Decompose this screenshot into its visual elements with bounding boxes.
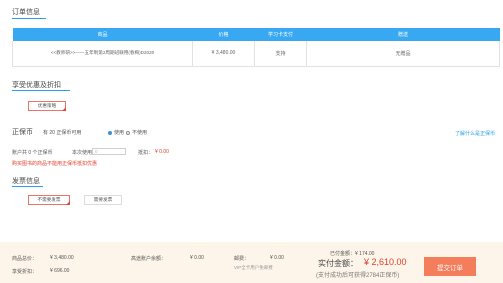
coin-not-use-radio[interactable]: 不使用 [126, 129, 147, 136]
coin-amount-input[interactable]: 0 [92, 148, 126, 155]
selected-corner-icon [66, 201, 70, 205]
discount-policy-label: 优惠策略 [37, 103, 57, 108]
column-header-gift: 赠送 [306, 28, 500, 41]
radio-unchecked-icon [126, 130, 130, 135]
no-invoice-button[interactable]: 不需要发票 [28, 195, 70, 205]
table-row: <<教师研>>——五年制第2周期班联用(春梅)D2020 ¥ 3,480.00 … [12, 41, 500, 67]
submit-order-button[interactable]: 提交订单 [424, 257, 476, 276]
coin-deduct-value: ¥ 0.00 [155, 149, 169, 155]
product-name[interactable]: <<教师研>>——五年制第2周期班联用(春梅)D2020 [12, 41, 193, 67]
discount-section-title: 享受优惠及折扣 [12, 82, 61, 89]
actual-amount-label: 实付金额： [318, 259, 358, 268]
invoice-section-title: 发票信息 [12, 178, 40, 185]
goods-total-label: 商品总价： [12, 256, 38, 262]
order-table-header: 商品 价格 学习卡支付 赠送 [12, 28, 500, 41]
coin-help-link[interactable]: 了解什么是正保币 [455, 130, 495, 137]
discount-value: ¥ 696.00 [50, 268, 70, 274]
radio-checked-icon [108, 130, 112, 135]
card-payment-status: 支持 [254, 41, 307, 67]
selected-corner-icon [62, 107, 66, 111]
invoice-title-underline [12, 186, 43, 187]
coin-not-use-label: 不使用 [132, 130, 148, 136]
order-section-title: 订单信息 [12, 9, 40, 16]
balance-value: ¥ 0.00 [190, 255, 204, 261]
coin-reward-note: (支付成功后可获得2784正保币) [316, 273, 400, 279]
postage-note: VIP全卡用户免邮费 [234, 265, 273, 270]
column-header-price: 价格 [192, 28, 255, 41]
discount-policy-button[interactable]: 优惠策略 [28, 101, 66, 111]
coin-section-title: 正保币 [12, 129, 33, 136]
column-header-product: 商品 [12, 28, 193, 41]
paid-amount: 已付金额：¥ 174.00 [330, 251, 375, 257]
column-header-card-payment: 学习卡支付 [254, 28, 307, 41]
need-invoice-button[interactable]: 需要发票 [84, 195, 122, 205]
coin-use-radio[interactable]: 使用 [108, 129, 124, 136]
discount-title-underline [12, 90, 70, 91]
product-price: ¥ 3,480.00 [192, 41, 255, 67]
coin-account-text: 账户共 0 个正保币 [12, 150, 53, 156]
goods-total-value: ¥ 3,480.00 [50, 255, 74, 261]
balance-label: 高途账户余额： [131, 256, 167, 262]
coin-warning-text: 购买图书的商品不能用正保币抵扣优惠 [12, 161, 98, 167]
order-title-underline [12, 18, 46, 19]
postage-value: ¥ 0.00 [270, 255, 284, 261]
discount-label: 享受折扣： [12, 269, 38, 275]
postage-label: 邮费： [234, 256, 250, 262]
coin-use-label: 使用 [114, 130, 125, 136]
coin-deduct-label: 抵扣： [138, 150, 154, 156]
coin-available-text: 有 20 正保币可用 [43, 130, 82, 136]
order-table: 商品 价格 学习卡支付 赠送 <<教师研>>——五年制第2周期班联用(春梅)D2… [12, 28, 500, 67]
need-invoice-label: 需要发票 [93, 197, 113, 202]
gift-info: 无赠品 [306, 41, 500, 67]
no-invoice-label: 不需要发票 [37, 197, 61, 202]
actual-amount-value: ¥ 2,610.00 [364, 257, 407, 267]
